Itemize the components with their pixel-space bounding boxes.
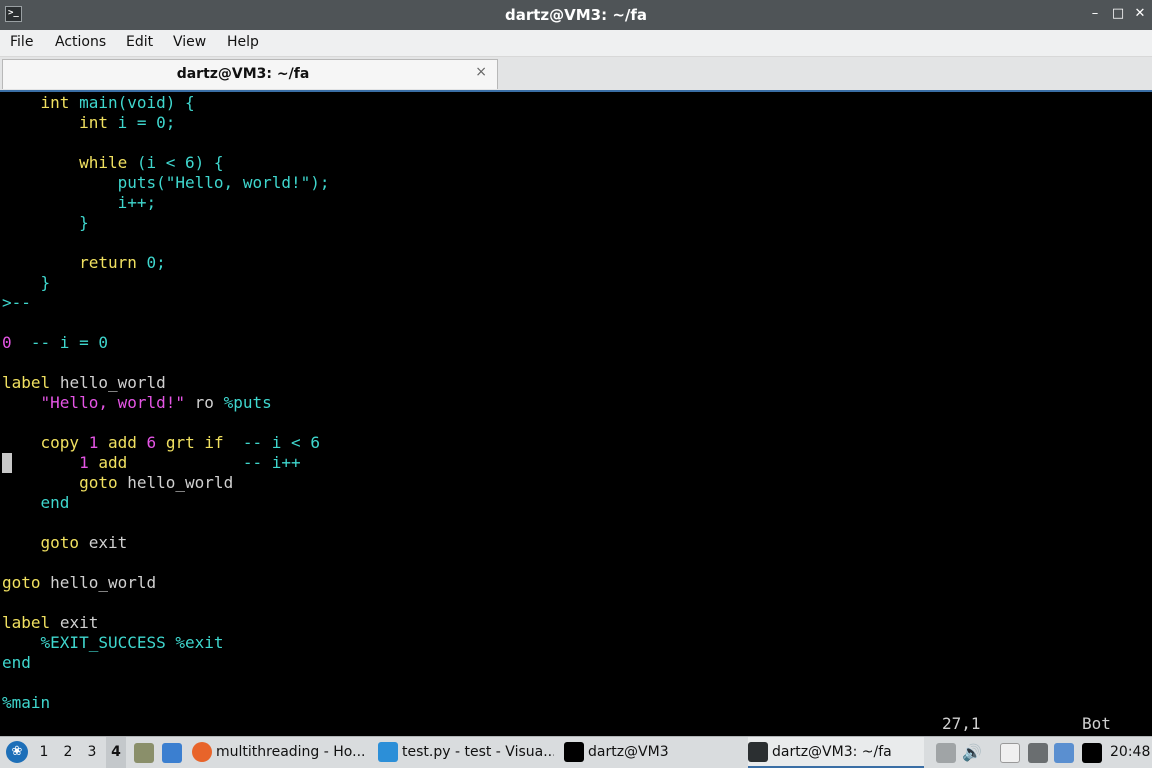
- task-firefox[interactable]: multithreading - Ho...: [192, 737, 368, 768]
- vscode-icon: [378, 742, 398, 762]
- tab-bar: dartz@VM3: ~/fa ×: [0, 57, 1152, 90]
- network-icon[interactable]: [1028, 743, 1048, 763]
- code-line: goto hello_world: [2, 573, 157, 592]
- code-line: end: [2, 653, 31, 672]
- menu-edit[interactable]: Edit: [126, 34, 153, 50]
- workspace-1[interactable]: 1: [34, 737, 54, 768]
- menu-bar: File Actions Edit View Help: [0, 30, 1152, 57]
- volume-icon[interactable]: 🔊: [962, 737, 982, 768]
- menu-view[interactable]: View: [173, 34, 206, 50]
- display-icon[interactable]: [1082, 743, 1102, 763]
- text-cursor: [2, 453, 12, 473]
- notes-icon[interactable]: [1000, 743, 1020, 763]
- code-line: while (i < 6) {: [79, 153, 224, 172]
- window-title: dartz@VM3: ~/fa: [504, 6, 648, 24]
- menu-actions[interactable]: Actions: [55, 34, 106, 50]
- task-vscode[interactable]: test.py - test - Visua...: [378, 737, 554, 768]
- code-line: int i = 0;: [79, 113, 176, 132]
- code-line: label exit: [2, 613, 99, 632]
- task-terminal-1[interactable]: dartz@VM3: [564, 737, 740, 768]
- code-line: "Hello, world!" ro %puts: [40, 393, 272, 412]
- code-line: %EXIT_SUCCESS %exit: [2, 633, 224, 652]
- start-menu-icon[interactable]: ❀: [6, 741, 28, 763]
- tab-close-icon[interactable]: ×: [475, 64, 487, 80]
- window-titlebar[interactable]: >_ dartz@VM3: ~/fa – □ ✕: [0, 0, 1152, 30]
- maximize-button[interactable]: □: [1109, 5, 1127, 23]
- scroll-position: Bot: [1082, 714, 1111, 733]
- terminal-icon: [564, 742, 584, 762]
- code-line: >--: [2, 293, 31, 312]
- code-line: %main: [2, 693, 51, 712]
- workspace-3[interactable]: 3: [82, 737, 102, 768]
- code-line: i++;: [2, 193, 157, 212]
- terminal-icon: [748, 742, 768, 762]
- code-line: int main(void) {: [40, 93, 195, 112]
- close-button[interactable]: ✕: [1131, 5, 1149, 23]
- code-line: goto exit: [40, 533, 128, 552]
- code-line: 1 add -- i++: [79, 453, 301, 472]
- menu-file[interactable]: File: [10, 34, 33, 50]
- notification-icon[interactable]: [1054, 743, 1074, 763]
- cursor-position: 27,1: [942, 714, 981, 733]
- code-line: 0 -- i = 0: [2, 333, 108, 352]
- tab-terminal[interactable]: dartz@VM3: ~/fa ×: [2, 59, 498, 89]
- file-manager-icon[interactable]: [134, 743, 154, 763]
- code-line: end: [2, 493, 70, 512]
- tab-label: dartz@VM3: ~/fa: [176, 66, 310, 82]
- minimize-button[interactable]: –: [1086, 5, 1104, 23]
- show-desktop-icon[interactable]: [162, 743, 182, 763]
- code-line: label hello_world: [2, 373, 166, 392]
- workspace-4[interactable]: 4: [106, 737, 126, 768]
- workspace-2[interactable]: 2: [58, 737, 78, 768]
- code-line: }: [2, 213, 89, 232]
- code-line: return 0;: [79, 253, 166, 272]
- menu-help[interactable]: Help: [227, 34, 259, 50]
- code-line: }: [2, 273, 51, 292]
- clock: 20:48: [1110, 744, 1151, 760]
- terminal-view[interactable]: int main(void) { int i = 0; while (i < 6…: [0, 90, 1152, 736]
- code-line: puts("Hello, world!");: [2, 173, 330, 192]
- code-line: copy 1 add 6 grt if -- i < 6: [40, 433, 320, 452]
- code-line: goto hello_world: [79, 473, 234, 492]
- firefox-icon: [192, 742, 212, 762]
- taskbar: ❀ 1 2 3 4 multithreading - Ho... test.py…: [0, 736, 1152, 768]
- clipboard-icon[interactable]: [936, 743, 956, 763]
- task-terminal-2[interactable]: dartz@VM3: ~/fa: [748, 737, 924, 768]
